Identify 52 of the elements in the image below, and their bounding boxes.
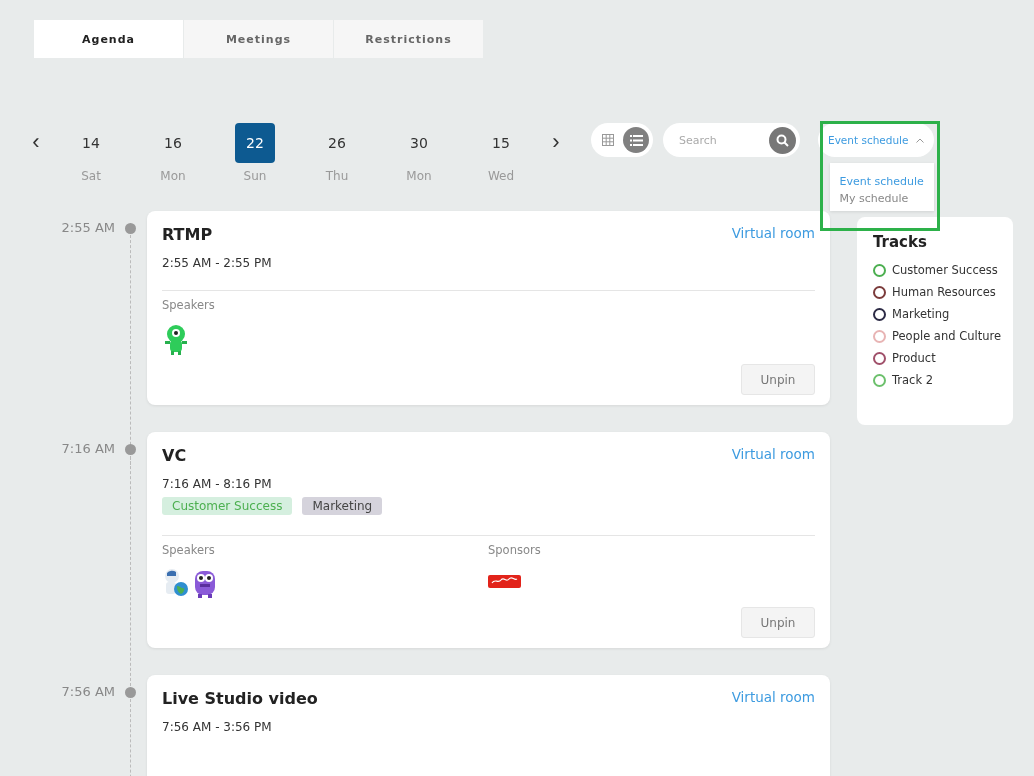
timeline-dot: [125, 444, 136, 455]
track-label[interactable]: Customer Success: [892, 263, 998, 277]
timeline-dot: [125, 223, 136, 234]
time-range: 2:55 AM - 2:55 PM: [162, 256, 273, 270]
tracks-title: Tracks: [873, 233, 928, 251]
menu-item[interactable]: My schedule: [839, 192, 935, 205]
unpin-button[interactable]: Unpin: [741, 364, 815, 395]
weekday-label: Wed: [487, 169, 515, 183]
search-bar[interactable]: Search: [663, 123, 800, 157]
track-tag: Customer Success: [162, 497, 293, 515]
alien-avatar-icon: [162, 322, 190, 356]
date-button[interactable]: 30: [399, 123, 439, 163]
session-title: Live Studio video: [162, 689, 318, 708]
speakers-label: Speakers: [162, 543, 216, 557]
sponsors-label: Sponsors: [488, 543, 542, 557]
track-label[interactable]: Human Resources: [892, 285, 996, 299]
weekday-label: Sat: [81, 169, 101, 183]
timeline-dot: [125, 687, 136, 698]
astronaut-globe-icon: [162, 567, 190, 599]
date-button[interactable]: 14: [71, 123, 111, 163]
list-view-button[interactable]: [623, 127, 649, 153]
grid-icon: [602, 134, 614, 146]
date-button[interactable]: 16: [153, 123, 193, 163]
search-icon: [776, 133, 789, 147]
tab[interactable]: Agenda: [33, 20, 183, 58]
time-range: 7:16 AM - 8:16 PM: [162, 477, 273, 491]
weekday-label: Thu: [325, 169, 349, 183]
track-label[interactable]: Marketing: [892, 307, 950, 321]
tab[interactable]: Meetings: [183, 20, 333, 58]
session-title: VC: [162, 446, 187, 465]
session-title: RTMP: [162, 225, 213, 244]
track-label[interactable]: Track 2: [892, 373, 934, 387]
tab[interactable]: Restrictions: [333, 20, 483, 58]
weekday-label: Sun: [243, 169, 267, 183]
speakers-label: Speakers: [162, 298, 216, 312]
track-tag: Marketing: [302, 497, 383, 515]
unpin-button[interactable]: Unpin: [741, 607, 815, 638]
time-label: 7:16 AM: [61, 441, 115, 456]
time-label: 2:55 AM: [61, 220, 115, 235]
weekday-label: Mon: [406, 169, 432, 183]
date-button[interactable]: 15: [481, 123, 521, 163]
sponsor-logo-icon: [488, 575, 521, 588]
track-label[interactable]: Product: [892, 351, 936, 365]
time-label: 7:56 AM: [61, 684, 115, 699]
date-button[interactable]: 26: [317, 123, 357, 163]
time-range: 7:56 AM - 3:56 PM: [162, 720, 273, 734]
search-button[interactable]: [769, 126, 796, 154]
track-label[interactable]: People and Culture: [892, 329, 1001, 343]
list-icon: [629, 134, 643, 146]
weekday-label: Mon: [160, 169, 186, 183]
date-button[interactable]: 22: [235, 123, 275, 163]
caret-icon: [916, 137, 925, 143]
